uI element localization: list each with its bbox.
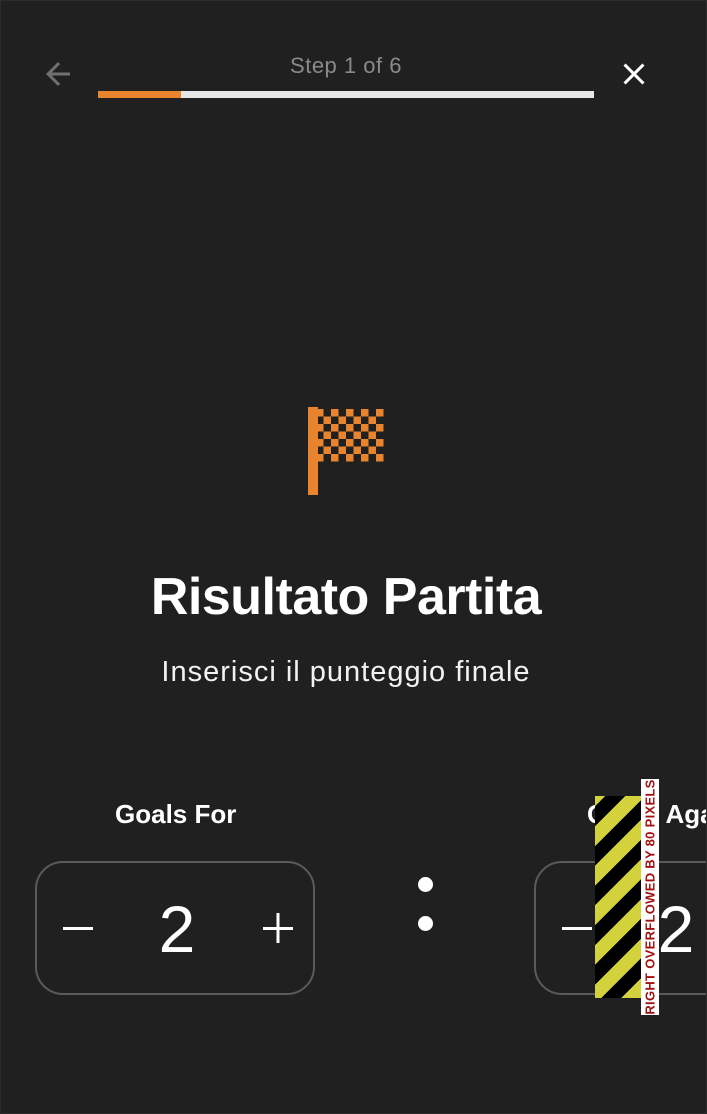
close-button[interactable] xyxy=(613,55,655,97)
progress-bar xyxy=(98,91,594,98)
overflow-warning-text: RIGHT OVERFLOWED BY 80 PIXELS xyxy=(642,779,658,1015)
score-separator xyxy=(415,874,437,934)
overflow-warning-banner: RIGHT OVERFLOWED BY 80 PIXELS xyxy=(641,779,659,1015)
plus-icon xyxy=(262,912,294,949)
goals-for-stepper: 2 xyxy=(35,861,315,995)
arrow-left-icon xyxy=(40,56,76,97)
back-button[interactable] xyxy=(37,55,79,97)
close-icon xyxy=(616,56,652,97)
goals-for-increment-button[interactable] xyxy=(253,905,303,955)
page-title: Risultato Partita xyxy=(150,568,542,626)
goals-for-label: Goals For xyxy=(115,799,237,829)
page-subtitle: Inserisci il punteggio finale xyxy=(161,656,531,688)
app-screen: Step 1 of 6 Risultato Partita Inserisci … xyxy=(0,0,707,1114)
minus-icon xyxy=(561,912,593,949)
goals-for-decrement-button[interactable] xyxy=(53,905,103,955)
minus-icon xyxy=(62,912,94,949)
overflow-warning-stripes xyxy=(595,796,641,998)
goals-for-value: 2 xyxy=(158,892,196,966)
checkered-flag-icon xyxy=(306,407,386,497)
progress-bar-fill xyxy=(98,91,181,98)
step-indicator: Step 1 of 6 xyxy=(290,53,402,78)
